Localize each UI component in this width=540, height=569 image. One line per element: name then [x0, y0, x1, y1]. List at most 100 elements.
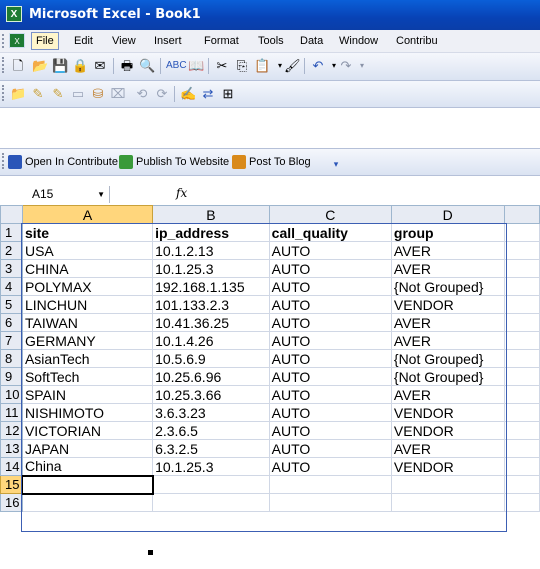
cell[interactable] — [390, 493, 505, 512]
cell[interactable]: JAPAN — [21, 439, 154, 458]
fill-handle[interactable] — [147, 549, 154, 556]
column-header-e[interactable] — [503, 205, 540, 224]
end-review-icon[interactable]: ⊞ — [220, 86, 236, 102]
cell[interactable]: CHINA — [21, 259, 154, 278]
cell[interactable] — [503, 241, 540, 260]
menu-view[interactable]: View — [108, 33, 140, 49]
column-header-d[interactable]: D — [390, 205, 505, 224]
cell[interactable]: 6.3.2.5 — [152, 439, 270, 458]
cell[interactable] — [503, 259, 540, 278]
worksheet-grid[interactable]: A B C D 1 site ip_address call_quality g… — [0, 205, 540, 512]
cell[interactable] — [503, 475, 540, 494]
paste-icon[interactable]: 📋 — [254, 58, 270, 74]
cut-icon[interactable]: ✂ — [214, 58, 230, 74]
cell[interactable] — [152, 493, 270, 512]
row-header-active[interactable]: 15 — [0, 475, 23, 494]
cell[interactable]: SoftTech — [21, 367, 154, 386]
cell[interactable]: 10.25.3.66 — [152, 385, 270, 404]
active-cell[interactable] — [21, 474, 154, 495]
toolbar-options-icon[interactable]: ▾ — [328, 156, 344, 172]
cell[interactable] — [503, 331, 540, 350]
save-icon[interactable]: 💾 — [52, 58, 68, 74]
cell[interactable]: 10.1.25.3 — [152, 457, 270, 476]
cell[interactable]: {Not Grouped} — [390, 367, 505, 386]
excel-app-icon[interactable]: X — [6, 6, 22, 22]
cell[interactable]: call_quality — [268, 223, 392, 242]
cell[interactable]: AUTO — [268, 277, 392, 296]
print-icon[interactable]: 🖶 — [119, 58, 135, 74]
cell[interactable] — [503, 313, 540, 332]
row-header[interactable]: 8 — [0, 349, 23, 368]
cell[interactable]: 10.25.6.96 — [152, 367, 270, 386]
cell[interactable]: 2.3.6.5 — [152, 421, 270, 440]
cell[interactable]: group — [390, 223, 505, 242]
cell[interactable] — [390, 475, 505, 494]
new-icon[interactable]: 🗋 — [10, 58, 26, 74]
cell[interactable]: AUTO — [268, 349, 392, 368]
menu-data[interactable]: Data — [296, 33, 327, 49]
row-header[interactable]: 16 — [0, 493, 23, 512]
cell[interactable] — [503, 457, 540, 476]
menu-insert[interactable]: Insert — [150, 33, 186, 49]
select-all-corner[interactable] — [0, 205, 23, 224]
toolbar-grip-handle[interactable] — [2, 153, 7, 169]
open-in-contribute-button[interactable]: Open In Contribute — [8, 153, 118, 171]
copy-icon[interactable]: ⎘ — [234, 58, 250, 74]
cell[interactable]: AUTO — [268, 259, 392, 278]
cell[interactable]: China — [21, 457, 154, 476]
row-header[interactable]: 6 — [0, 313, 23, 332]
cell[interactable] — [268, 475, 392, 494]
cell[interactable]: AUTO — [268, 457, 392, 476]
menu-format[interactable]: Format — [200, 33, 243, 49]
cell[interactable]: AUTO — [268, 439, 392, 458]
row-header[interactable]: 11 — [0, 403, 23, 422]
research-icon[interactable]: 📖 — [188, 58, 204, 74]
cell[interactable]: AVER — [390, 439, 505, 458]
menu-file[interactable]: File — [31, 32, 59, 50]
permission-icon[interactable]: 🔒 — [72, 58, 88, 74]
cell[interactable]: ip_address — [152, 223, 270, 242]
menu-tools[interactable]: Tools — [254, 33, 288, 49]
workbook-icon[interactable]: X — [9, 33, 25, 48]
cell[interactable] — [21, 493, 154, 512]
cell[interactable]: POLYMAX — [21, 277, 154, 296]
reply-icon[interactable]: ⇄ — [200, 86, 216, 102]
cell[interactable]: USA — [21, 241, 154, 260]
cell[interactable]: AVER — [390, 331, 505, 350]
menu-edit[interactable]: Edit — [70, 33, 97, 49]
comment-icon[interactable]: ✎ — [30, 86, 46, 102]
cell[interactable]: AVER — [390, 313, 505, 332]
email-icon[interactable]: ✉ — [92, 58, 108, 74]
cell[interactable] — [503, 403, 540, 422]
cell[interactable]: TAIWAN — [21, 313, 154, 332]
cell[interactable] — [503, 367, 540, 386]
insert-function-icon[interactable]: fx — [176, 186, 187, 200]
comment-prev-icon[interactable]: ✎ — [50, 86, 66, 102]
name-box[interactable]: A15 ▼ — [12, 186, 110, 203]
row-header[interactable]: 2 — [0, 241, 23, 260]
cell[interactable] — [503, 349, 540, 368]
toolbar-grip-handle[interactable] — [2, 85, 7, 101]
column-header-c[interactable]: C — [268, 205, 392, 224]
cell[interactable]: LINCHUN — [21, 295, 154, 314]
cell[interactable]: AUTO — [268, 331, 392, 350]
format-painter-icon[interactable]: 🖌 — [284, 58, 301, 74]
column-header-a[interactable]: A — [21, 205, 154, 224]
menu-contribute[interactable]: Contribu — [392, 33, 442, 49]
publish-to-website-button[interactable]: Publish To Website — [119, 153, 229, 171]
folder-icon[interactable]: 📁 — [10, 86, 26, 102]
print-preview-icon[interactable]: 🔍 — [139, 58, 155, 74]
cell[interactable] — [503, 385, 540, 404]
cell[interactable]: AUTO — [268, 295, 392, 314]
row-header[interactable]: 5 — [0, 295, 23, 314]
cell[interactable]: 10.1.4.26 — [152, 331, 270, 350]
name-box-dropdown-icon[interactable]: ▼ — [97, 186, 105, 203]
show-comments-icon[interactable]: ⛁ — [90, 86, 106, 102]
cell[interactable]: AsianTech — [21, 349, 154, 368]
cell[interactable] — [503, 277, 540, 296]
cell[interactable]: AUTO — [268, 421, 392, 440]
toolbar-grip-handle[interactable] — [2, 57, 7, 73]
comment-next-icon[interactable]: ▭ — [70, 86, 86, 102]
cell[interactable] — [503, 439, 540, 458]
cell[interactable] — [503, 493, 540, 512]
